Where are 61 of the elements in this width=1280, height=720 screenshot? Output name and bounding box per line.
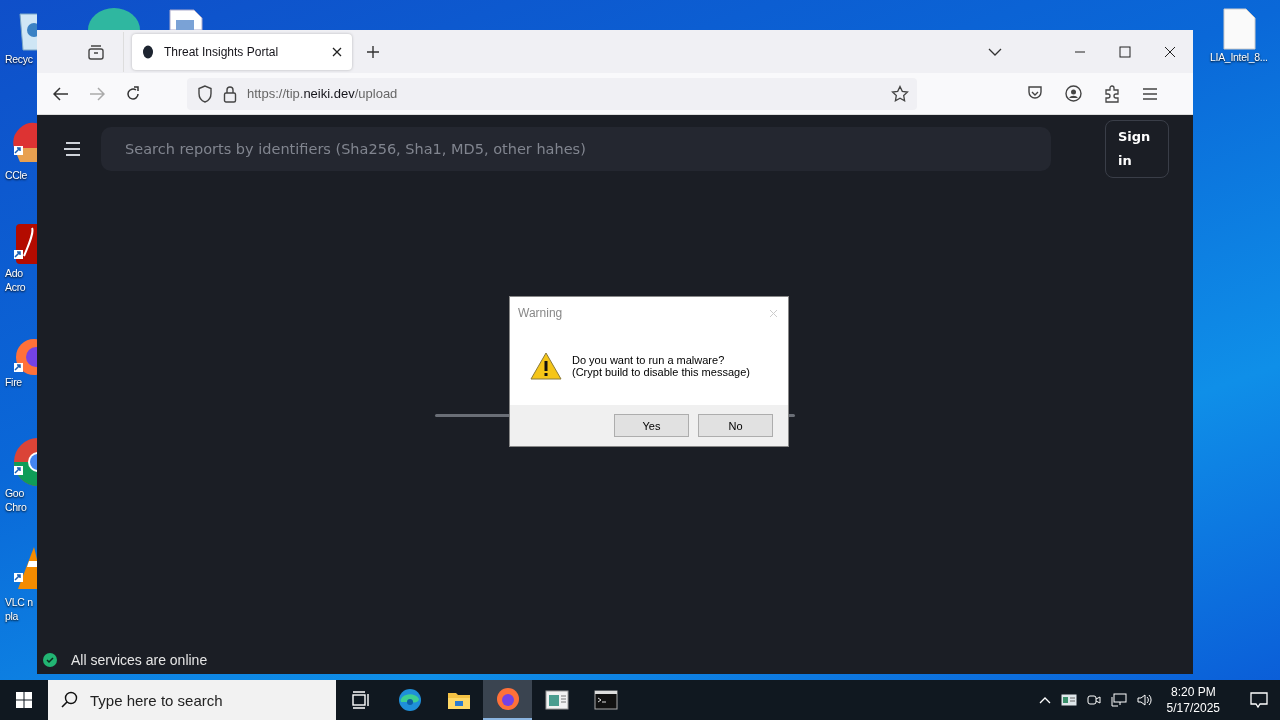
search-icon — [60, 691, 78, 709]
url-text: https://tip.neiki.dev/upload — [247, 86, 398, 101]
check-circle-icon — [43, 653, 57, 667]
desktop-icon-label: Chro — [5, 500, 27, 514]
desktop-icon-label: Fire — [5, 375, 22, 389]
desktop-icon-label: LIA_Intel_8... — [1210, 50, 1268, 64]
clock-time[interactable]: 8:20 PM — [1170, 684, 1216, 700]
file-icon[interactable] — [168, 8, 204, 30]
desktop-icon-label: Goo — [5, 486, 24, 500]
desktop-icon-label: pla — [5, 609, 19, 623]
terminal-icon — [593, 690, 618, 710]
camera-icon[interactable] — [1086, 693, 1101, 707]
desktop-icon-label: VLC n — [5, 595, 33, 609]
desktop-icon-label: Recyc — [5, 52, 33, 66]
pocket-icon[interactable] — [1027, 86, 1043, 101]
puzzle-piece-icon[interactable] — [1104, 84, 1120, 103]
network-icon[interactable] — [1110, 693, 1127, 707]
search-placeholder: Type here to search — [90, 691, 223, 709]
lock-icon — [223, 84, 237, 103]
keyboard-tray-icon[interactable] — [1060, 694, 1077, 706]
shield-icon — [197, 84, 213, 103]
desktop-icon-label: Acro — [5, 280, 26, 294]
back-arrow-icon[interactable] — [53, 86, 69, 101]
new-tab-icon[interactable] — [366, 44, 380, 59]
shortcut-arrow-icon — [14, 573, 23, 582]
sign-in-button[interactable]: Sign in — [1105, 120, 1169, 178]
no-button[interactable]: No — [698, 414, 773, 437]
tab-title: Threat Insights Portal — [164, 44, 280, 59]
close-icon[interactable] — [1164, 45, 1176, 58]
maximize-icon[interactable] — [1119, 45, 1131, 58]
yes-button[interactable]: Yes — [614, 414, 689, 437]
browser-tab[interactable]: Threat Insights Portal — [132, 33, 352, 70]
dialog-message: Do you want to run a malware? — [572, 354, 726, 366]
shortcut-arrow-icon — [14, 146, 23, 155]
speaker-icon[interactable] — [1136, 693, 1153, 707]
window-app-icon — [544, 690, 569, 710]
desktop-icon-label: Ado — [5, 266, 23, 280]
task-view-icon — [350, 691, 371, 709]
search-field[interactable]: Search reports by identifiers (Sha256, Sha1, MD5, other hahes) — [101, 127, 1051, 171]
warning-icon — [530, 352, 562, 380]
status-text: All services are online — [71, 652, 208, 668]
address-bar[interactable]: https://tip.neiki.dev/upload — [187, 77, 917, 110]
dialog-title: Warning — [518, 306, 563, 320]
account-icon[interactable] — [1065, 85, 1082, 102]
shortcut-arrow-icon — [14, 363, 23, 372]
taskbar-search-field[interactable]: Type here to search — [48, 680, 336, 720]
chevron-up-icon[interactable] — [1038, 696, 1051, 704]
desktop-icon-label: CCle — [5, 168, 28, 182]
star-icon[interactable] — [891, 84, 909, 103]
tab-overview-icon[interactable] — [87, 43, 105, 60]
folder-icon — [446, 690, 471, 710]
close-icon[interactable] — [332, 46, 342, 57]
dialog-message: (Crypt build to disable this message) — [572, 366, 750, 378]
chevron-down-icon[interactable] — [988, 47, 1002, 56]
document-icon[interactable] — [1221, 8, 1256, 50]
shortcut-arrow-icon — [14, 250, 23, 259]
reload-icon[interactable] — [125, 85, 141, 102]
clock-date[interactable]: 5/17/2025 — [1166, 700, 1220, 716]
notification-icon[interactable] — [1250, 691, 1268, 709]
favicon-icon — [142, 44, 154, 59]
shortcut-arrow-icon — [14, 466, 23, 475]
